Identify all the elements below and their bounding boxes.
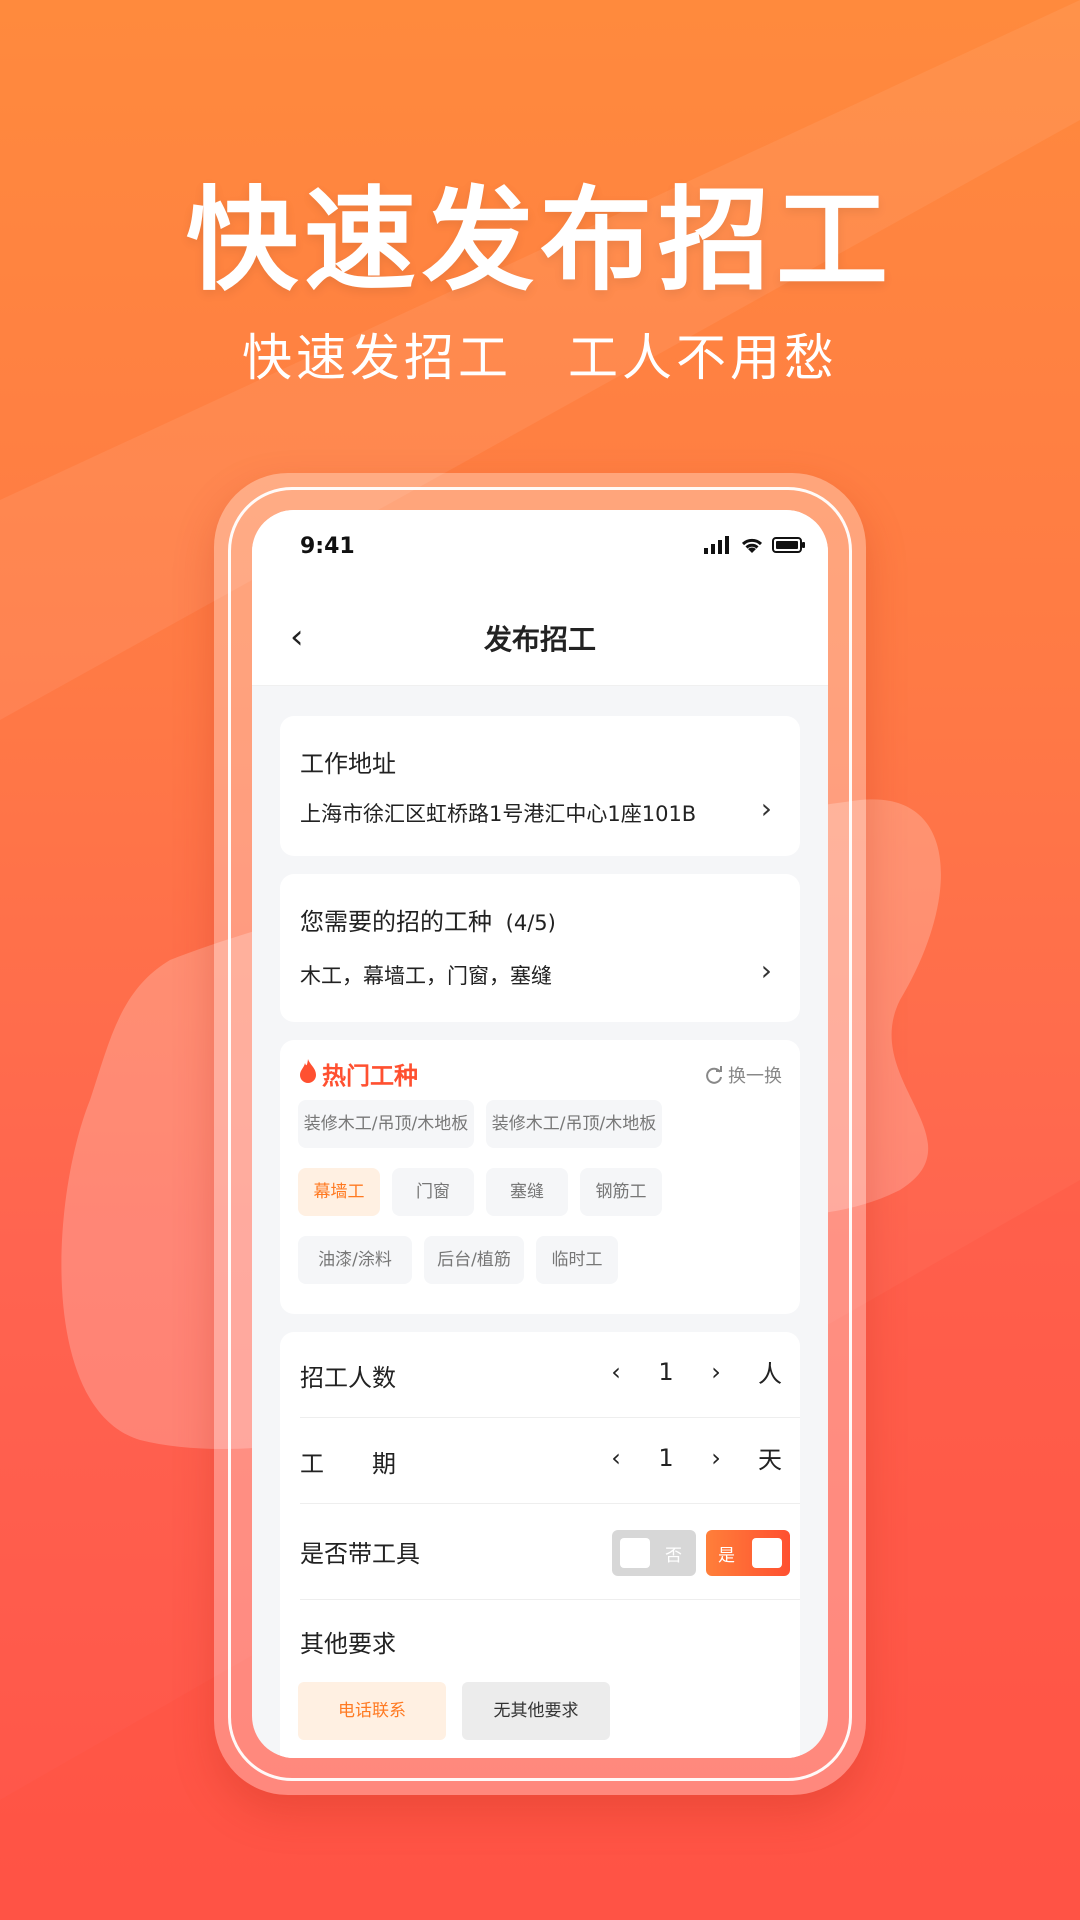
toggle-knob <box>620 1538 650 1568</box>
hot-tag[interactable]: 幕墙工 <box>298 1168 380 1216</box>
requirements-card: 招工人数 ‹ 1 › 人 工 期 ‹ 1 › 天 是否带工具 否 是 其他要求 … <box>280 1332 800 1758</box>
status-bar: 9:41 <box>252 510 828 590</box>
hot-tag[interactable]: 塞缝 <box>486 1168 568 1216</box>
wifi-icon <box>741 538 763 553</box>
increment-icon[interactable]: › <box>696 1444 736 1472</box>
other-label: 其他要求 <box>300 1630 396 1658</box>
subline-part-1: 快速发招工 <box>242 329 513 387</box>
decrement-icon[interactable]: ‹ <box>596 1444 636 1472</box>
workers-label: 招工人数 <box>300 1364 396 1392</box>
increment-icon[interactable]: › <box>696 1358 736 1386</box>
phone-screen: 9:41 ‹ 发布招工 工作地址 上海市徐汇区虹桥路1号港汇中心1座101B ›… <box>252 510 828 1758</box>
trade-label: 您需要的招的工种 (4/5) <box>300 902 556 937</box>
phone-contact-option[interactable]: 电话联系 <box>298 1682 446 1740</box>
headline: 快速发布招工 <box>186 176 894 306</box>
form-content: 工作地址 上海市徐汇区虹桥路1号港汇中心1座101B › 您需要的招的工种 (4… <box>252 686 828 1758</box>
refresh-label: 换一换 <box>728 1066 782 1087</box>
tools-row: 是否带工具 否 是 <box>300 1504 800 1600</box>
nav-bar: ‹ 发布招工 <box>252 590 828 686</box>
status-icons <box>704 536 806 554</box>
period-stepper: ‹ 1 › 天 <box>596 1440 782 1475</box>
trade-value: 木工，幕墙工，门窗，塞缝 <box>300 964 552 988</box>
period-label: 工 期 <box>300 1450 396 1478</box>
hot-trades-title: 热门工种 <box>322 1062 418 1090</box>
trade-label-text: 您需要的招的工种 <box>300 908 492 936</box>
trade-count: (4/5) <box>505 911 556 935</box>
status-time: 9:41 <box>300 534 355 559</box>
hot-tag[interactable]: 油漆/涂料 <box>298 1236 412 1284</box>
tools-yes-label: 是 <box>718 1546 735 1566</box>
hot-tag[interactable]: 装修木工/吊顶/木地板 <box>298 1100 474 1148</box>
workers-stepper: ‹ 1 › 人 <box>596 1354 782 1389</box>
address-label: 工作地址 <box>300 750 396 778</box>
refresh-button[interactable]: 换一换 <box>704 1062 782 1088</box>
subline-part-2: 工人不用愁 <box>567 329 838 387</box>
toggle-knob <box>752 1538 782 1568</box>
chevron-right-icon: › <box>760 792 772 825</box>
workers-value: 1 <box>658 1357 674 1386</box>
trade-card[interactable]: 您需要的招的工种 (4/5) 木工，幕墙工，门窗，塞缝 › <box>280 874 800 1022</box>
refresh-icon <box>706 1066 722 1084</box>
chevron-right-icon: › <box>760 954 772 987</box>
tools-label: 是否带工具 <box>300 1540 420 1568</box>
hot-tag[interactable]: 装修木工/吊顶/木地板 <box>486 1100 662 1148</box>
hot-tag[interactable]: 后台/植筋 <box>424 1236 524 1284</box>
address-card[interactable]: 工作地址 上海市徐汇区虹桥路1号港汇中心1座101B › <box>280 716 800 856</box>
hot-tag[interactable]: 临时工 <box>536 1236 618 1284</box>
tools-no-toggle[interactable]: 否 <box>612 1530 696 1576</box>
period-row: 工 期 ‹ 1 › 天 <box>300 1418 800 1504</box>
period-value: 1 <box>658 1443 674 1472</box>
tools-no-label: 否 <box>665 1546 682 1566</box>
workers-row: 招工人数 ‹ 1 › 人 <box>300 1332 800 1418</box>
hot-trades-card: 热门工种 换一换 装修木工/吊顶/木地板 装修木工/吊顶/木地板 幕墙工 门窗 … <box>280 1040 800 1314</box>
period-unit: 天 <box>758 1446 782 1474</box>
flame-icon <box>300 1059 316 1083</box>
decrement-icon[interactable]: ‹ <box>596 1358 636 1386</box>
no-other-requirements-option[interactable]: 无其他要求 <box>462 1682 610 1740</box>
hot-tag[interactable]: 门窗 <box>392 1168 474 1216</box>
tools-yes-toggle[interactable]: 是 <box>706 1530 790 1576</box>
workers-unit: 人 <box>758 1360 782 1388</box>
hot-tag[interactable]: 钢筋工 <box>580 1168 662 1216</box>
address-value: 上海市徐汇区虹桥路1号港汇中心1座101B <box>300 802 697 826</box>
page-title: 发布招工 <box>483 623 596 656</box>
signal-icon <box>704 536 729 554</box>
battery-icon <box>772 537 805 553</box>
subline: 快速发招工 工人不用愁 <box>0 318 1080 390</box>
